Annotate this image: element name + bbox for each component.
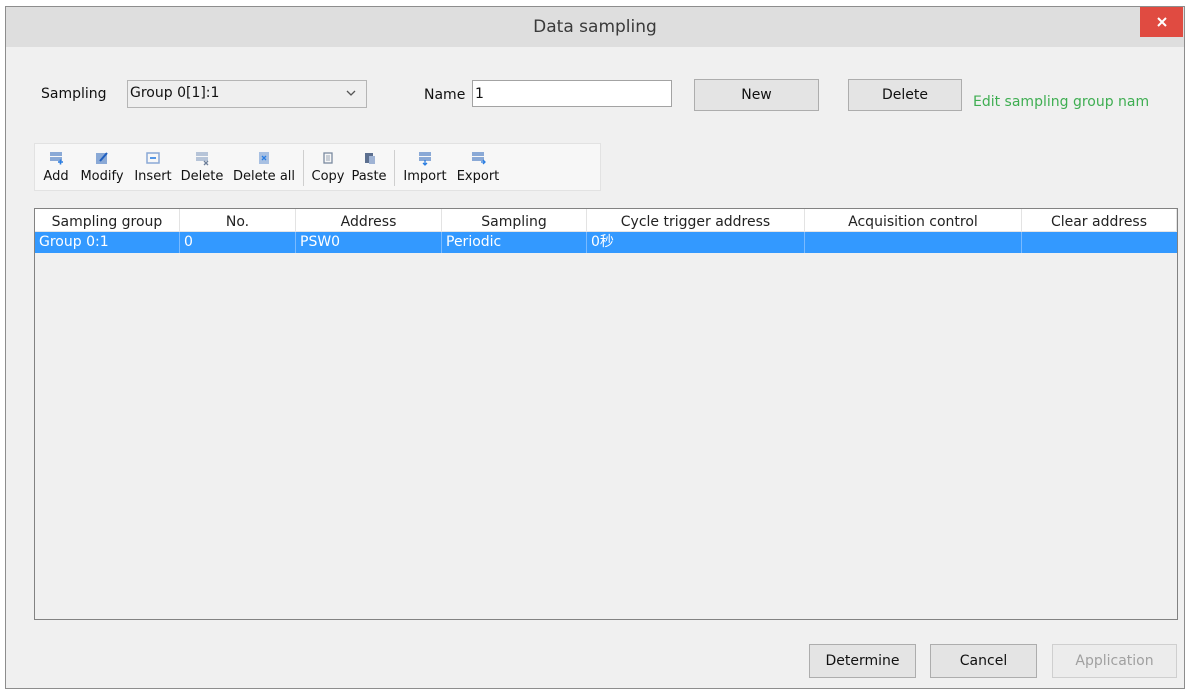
- toolbar-modify-button[interactable]: Modify: [75, 144, 129, 190]
- add-icon: [50, 152, 63, 165]
- column-header-clear-address[interactable]: Clear address: [1022, 209, 1177, 231]
- toolbar-import-button[interactable]: Import: [399, 144, 451, 190]
- cell-clear-address: [1022, 232, 1177, 253]
- sampling-group-value: Group 0[1]:1: [130, 85, 220, 101]
- paste-icon: [365, 153, 375, 164]
- toolbar-delete-label: Delete: [180, 169, 224, 184]
- column-header-cycle-trigger-address[interactable]: Cycle trigger address: [587, 209, 805, 231]
- cell-address: PSW0: [296, 232, 442, 253]
- application-button[interactable]: Application: [1052, 644, 1177, 678]
- edit-sampling-group-link[interactable]: Edit sampling group nam: [973, 94, 1149, 110]
- column-header-sampling-group[interactable]: Sampling group: [35, 209, 180, 231]
- cell-sampling-group: Group 0:1: [35, 232, 180, 253]
- close-icon: [1156, 17, 1167, 27]
- toolbar-delete-all-button[interactable]: Delete all: [231, 144, 297, 190]
- column-header-no[interactable]: No.: [180, 209, 296, 231]
- toolbar-separator: [303, 150, 304, 186]
- toolbar-paste-label: Paste: [351, 169, 387, 184]
- name-field[interactable]: [472, 80, 672, 107]
- column-header-acquisition-control[interactable]: Acquisition control: [805, 209, 1022, 231]
- export-icon: [472, 152, 486, 165]
- cell-sampling: Periodic: [442, 232, 587, 253]
- toolbar-delete-button[interactable]: Delete: [177, 144, 227, 190]
- toolbar-insert-button[interactable]: Insert: [132, 144, 174, 190]
- toolbar-add-label: Add: [43, 169, 69, 184]
- toolbar-copy-label: Copy: [311, 169, 345, 184]
- toolbar-delete-all-label: Delete all: [232, 169, 296, 184]
- title-bar: Data sampling: [6, 7, 1184, 47]
- sampling-label: Sampling: [41, 86, 107, 102]
- column-header-sampling[interactable]: Sampling: [442, 209, 587, 231]
- copy-icon: [323, 152, 333, 164]
- delete-icon: [196, 152, 209, 166]
- cancel-button[interactable]: Cancel: [930, 644, 1037, 678]
- toolbar-modify-label: Modify: [80, 169, 124, 184]
- toolbar-insert-label: Insert: [134, 169, 172, 184]
- dialog-title: Data sampling: [533, 17, 657, 37]
- cell-no: 0: [180, 232, 296, 253]
- chevron-down-icon: [346, 90, 356, 96]
- sampling-table[interactable]: Sampling group No. Address Sampling Cycl…: [34, 208, 1178, 620]
- cell-cycle-trigger-address: 0秒: [587, 232, 805, 253]
- toolbar-export-button[interactable]: Export: [453, 144, 503, 190]
- toolbar: Add Modify Insert Delete Delete all Copy…: [34, 143, 601, 191]
- data-sampling-dialog: Data sampling Sampling Group 0[1]:1 Name…: [5, 6, 1185, 689]
- table-row[interactable]: Group 0:1 0 PSW0 Periodic 0秒: [35, 232, 1177, 253]
- import-icon: [419, 152, 431, 166]
- determine-button[interactable]: Determine: [809, 644, 916, 678]
- name-label: Name: [424, 87, 466, 103]
- new-button[interactable]: New: [694, 79, 819, 111]
- modify-icon: [96, 152, 108, 164]
- sampling-group-select[interactable]: Group 0[1]:1: [127, 80, 367, 108]
- column-header-address[interactable]: Address: [296, 209, 442, 231]
- dialog-content: Sampling Group 0[1]:1 Name New Delete Ed…: [12, 47, 1178, 682]
- cell-acquisition-control: [805, 232, 1022, 253]
- toolbar-add-button[interactable]: Add: [41, 144, 71, 190]
- close-button[interactable]: [1140, 7, 1183, 37]
- toolbar-paste-button[interactable]: Paste: [349, 144, 389, 190]
- delete-all-icon: [259, 152, 269, 164]
- toolbar-separator: [394, 150, 395, 186]
- table-header: Sampling group No. Address Sampling Cycl…: [35, 209, 1177, 232]
- delete-group-button[interactable]: Delete: [848, 79, 962, 111]
- insert-icon: [146, 152, 160, 164]
- toolbar-copy-button[interactable]: Copy: [309, 144, 347, 190]
- toolbar-export-label: Export: [456, 169, 500, 184]
- toolbar-import-label: Import: [403, 169, 447, 184]
